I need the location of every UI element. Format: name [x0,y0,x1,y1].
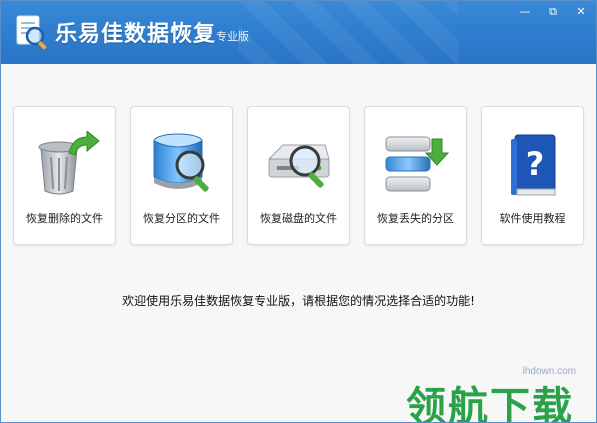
welcome-message: 欢迎使用乐易佳数据恢复专业版，请根据您的情况选择合适的功能! [122,294,475,308]
help-book-icon: ? [511,134,556,196]
app-title: 乐易佳数据恢复 [55,22,217,47]
minimize-button[interactable]: — [516,5,534,19]
app-logo-icon [16,15,47,50]
card-label: 恢复磁盘的文件 [260,212,337,225]
recover-lost-partition-button[interactable]: 恢复丢失的分区 [364,106,467,245]
title-decoration [238,1,458,64]
function-cards: 恢复删除的文件 恢复分区的文件 恢复磁盘的文件 恢复丢失的分区 ? 软件使用教程 [13,106,584,245]
watermark-text: 领航下载 [406,384,574,423]
main-content: 恢复删除的文件 恢复分区的文件 恢复磁盘的文件 恢复丢失的分区 ? 软件使用教程… [1,64,596,422]
close-button[interactable]: ✕ [572,5,590,19]
restore-button[interactable]: ⧉ [544,5,562,19]
recover-partition-files-button[interactable]: 恢复分区的文件 [130,106,233,245]
disk-search-icon [267,144,330,188]
partition-search-icon [153,133,209,192]
window-controls: — ⧉ ✕ [516,5,590,19]
recover-deleted-files-button[interactable]: 恢复删除的文件 [13,106,116,245]
svg-text:?: ? [526,145,545,183]
card-label: 软件使用教程 [499,212,566,225]
card-label: 恢复丢失的分区 [377,212,454,225]
recover-disk-files-button[interactable]: 恢复磁盘的文件 [247,106,350,245]
trash-recycle-icon [38,131,100,195]
app-edition: 专业版 [216,30,249,43]
app-window: 乐易佳数据恢复 专业版 — ⧉ ✕ 恢复删除的文件 恢复分区的文件 恢复磁盘的文… [0,0,597,423]
software-tutorial-button[interactable]: ? 软件使用教程 [481,106,584,245]
card-label: 恢复分区的文件 [143,212,220,225]
card-label: 恢复删除的文件 [26,212,103,225]
lost-partition-icon [385,136,450,192]
title-bar[interactable]: 乐易佳数据恢复 专业版 — ⧉ ✕ [1,1,596,64]
